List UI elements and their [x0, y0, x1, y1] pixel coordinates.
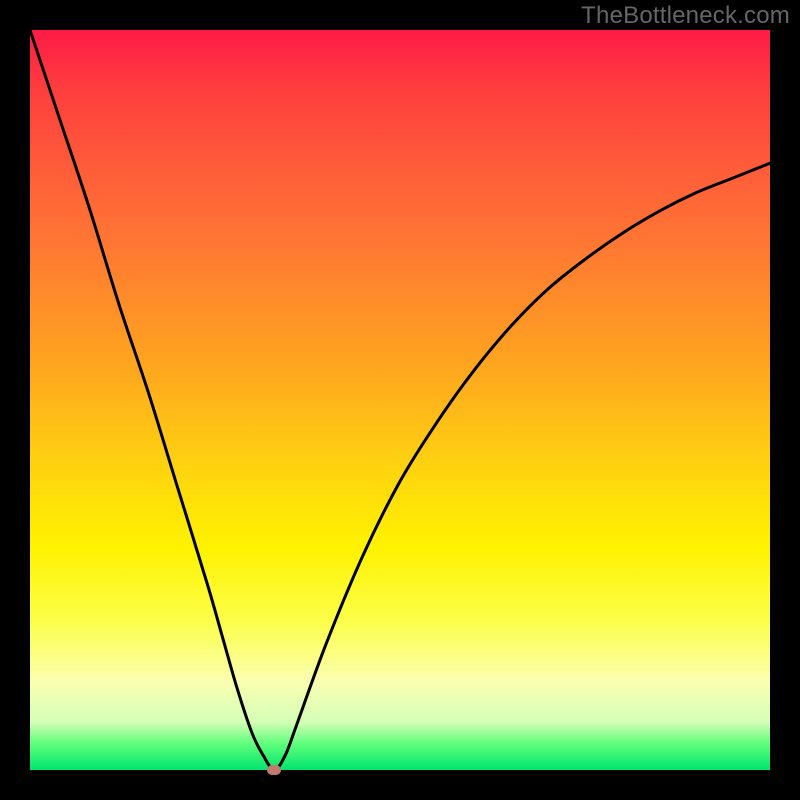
plot-area	[30, 30, 770, 770]
bottleneck-curve	[30, 30, 770, 770]
curve-svg	[30, 30, 770, 770]
watermark-text: TheBottleneck.com	[581, 2, 790, 30]
optimal-point-marker	[267, 765, 281, 775]
chart-frame: TheBottleneck.com	[0, 0, 800, 800]
